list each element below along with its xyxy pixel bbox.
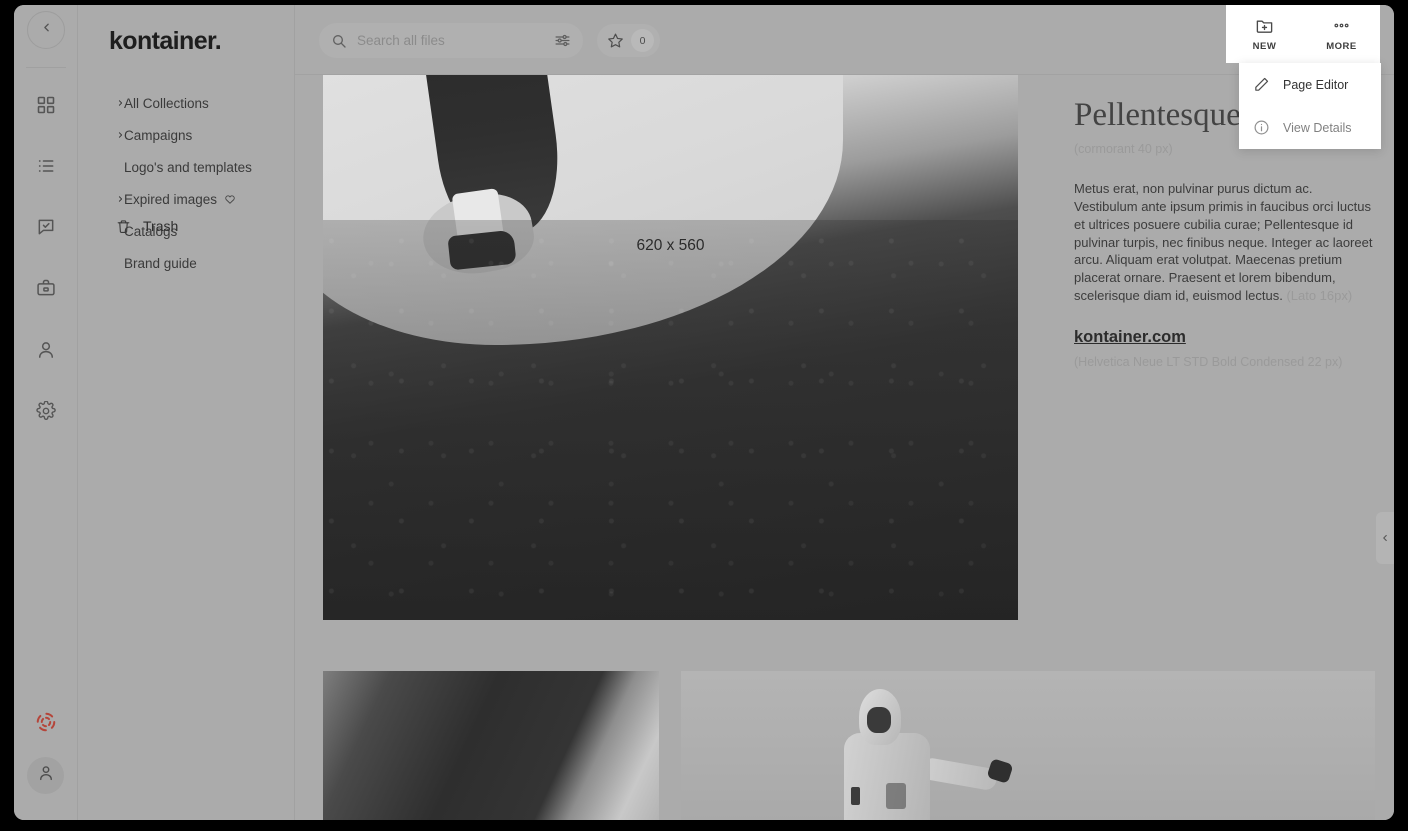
sidebar-item-portfolio[interactable]: [28, 270, 64, 306]
chevron-right-icon: [116, 99, 125, 108]
sidebar-item-lists[interactable]: [28, 148, 64, 184]
favorites-count: 0: [631, 29, 654, 52]
info-icon: [1253, 119, 1270, 136]
menu-item-view-details[interactable]: View Details: [1239, 106, 1381, 149]
sidebar-item-label: All Collections: [124, 95, 209, 111]
chat-check-icon: [36, 217, 56, 237]
body-font-note: (Lato 16px): [1286, 288, 1353, 304]
folder-sidebar: kontainer. All Collections Campaigns Log…: [78, 5, 358, 820]
sidebar-item-logos-and-templates[interactable]: Logo's and templates: [78, 151, 294, 183]
collection-nav-list: All Collections Campaigns Logo's and tem…: [78, 87, 294, 279]
sliders-icon[interactable]: [554, 32, 571, 49]
favorites-button[interactable]: 0: [597, 24, 660, 57]
sidebar-item-brand-guide[interactable]: Brand guide: [78, 247, 294, 279]
search-bar[interactable]: [319, 23, 583, 58]
figure-arm: [919, 756, 999, 792]
action-cluster: NEW MORE: [1226, 5, 1380, 63]
folder-plus-icon: [1255, 16, 1274, 35]
sidebar-item-label: Campaigns: [124, 127, 193, 143]
star-icon: [607, 32, 624, 49]
sidebar-item-label: Logo's and templates: [124, 159, 252, 175]
icon-rail: [14, 5, 78, 820]
lifebuoy-icon: [35, 711, 57, 738]
gear-icon: [36, 401, 56, 421]
three-dots-icon: [1332, 16, 1351, 35]
sidebar-item-campaigns[interactable]: Campaigns: [78, 119, 294, 151]
heart-icon[interactable]: [224, 193, 236, 205]
search-icon: [331, 33, 347, 49]
trash-icon: [116, 219, 131, 234]
menu-item-label: View Details: [1283, 120, 1352, 135]
chevron-left-icon: [1380, 533, 1390, 543]
more-button-label: MORE: [1326, 41, 1357, 52]
article-body: Metus erat, non pulvinar purus dictum ac…: [1074, 180, 1374, 305]
more-button[interactable]: MORE: [1303, 5, 1380, 63]
rail-divider: [26, 67, 66, 68]
sidebar-item-all-collections[interactable]: All Collections: [78, 87, 294, 119]
new-button[interactable]: NEW: [1226, 5, 1303, 63]
hero-gravel-region: [323, 220, 1018, 620]
hero-image[interactable]: 620 x 560: [323, 75, 1018, 620]
briefcase-icon: [36, 278, 56, 298]
sidebar-item-trash[interactable]: Trash: [78, 210, 294, 242]
figure-pocket: [886, 783, 906, 809]
sidebar-item-label: Trash: [143, 218, 179, 234]
avatar[interactable]: [27, 757, 64, 794]
sidebar-item-approvals[interactable]: [28, 209, 64, 245]
main-content: 620 x 560 Pellentesque t (cormorant 40 p…: [295, 75, 1394, 820]
list-icon: [36, 156, 56, 176]
sidebar-item-label: Expired images: [124, 191, 218, 207]
sidebar-item-settings[interactable]: [28, 393, 64, 429]
pencil-icon: [1253, 76, 1270, 93]
right-panel-toggle[interactable]: [1376, 512, 1394, 564]
person-icon: [36, 340, 56, 360]
figure-tab: [851, 787, 860, 805]
thumbnail-image-2[interactable]: [681, 671, 1375, 820]
image-size-label: 620 x 560: [636, 237, 705, 254]
menu-item-label: Page Editor: [1283, 77, 1349, 92]
person-icon: [37, 764, 55, 787]
application-window: kontainer. All Collections Campaigns Log…: [14, 5, 1394, 820]
chevron-left-icon: [40, 21, 53, 39]
article-body-text: Metus erat, non pulvinar purus dictum ac…: [1074, 181, 1373, 304]
grid-icon: [36, 95, 56, 115]
new-button-label: NEW: [1252, 41, 1277, 52]
collapse-sidebar-button[interactable]: [27, 11, 65, 49]
chevron-right-icon: [116, 131, 125, 140]
context-menu: Page Editor View Details: [1239, 63, 1381, 149]
thumbnail-image-1[interactable]: [323, 671, 659, 820]
sidebar-item-label: Brand guide: [124, 255, 197, 271]
figure-face: [867, 707, 891, 733]
search-input[interactable]: [357, 33, 554, 48]
menu-item-page-editor[interactable]: Page Editor: [1239, 63, 1381, 106]
article-link[interactable]: kontainer.com: [1074, 328, 1186, 347]
chevron-right-icon: [116, 195, 125, 204]
sidebar-item-contacts[interactable]: [28, 332, 64, 368]
sidebar-item-dashboard[interactable]: [28, 87, 64, 123]
brand-logo: kontainer.: [109, 27, 222, 55]
link-font-note: (Helvetica Neue LT STD Bold Condensed 22…: [1074, 354, 1343, 369]
help-button[interactable]: [28, 706, 64, 742]
